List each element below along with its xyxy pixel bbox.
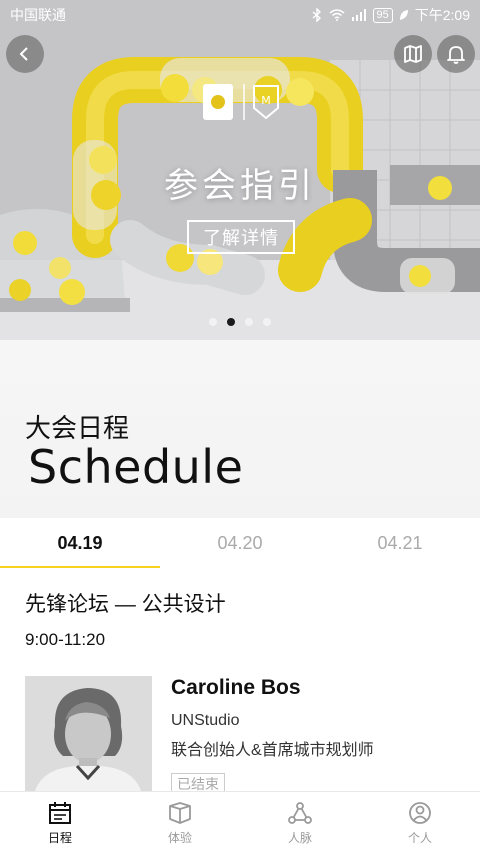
map-icon <box>404 45 422 63</box>
leaf-icon <box>399 10 408 20</box>
carousel-dots <box>0 318 480 326</box>
date-tabs: 04.19 04.20 04.21 <box>0 518 480 568</box>
session-title: 先锋论坛 — 公共设计 <box>25 593 226 616</box>
map-button[interactable] <box>394 35 432 73</box>
date-tab-0420[interactable]: 04.20 <box>160 518 320 568</box>
bottom-nav: 日程 体验 人脉 个人 <box>0 791 480 853</box>
user-icon <box>409 801 431 824</box>
speaker-photo <box>25 676 152 791</box>
speaker-card[interactable]: Caroline Bos UNStudio 联合创始人&首席城市规划师 已结束 <box>25 676 465 795</box>
learn-more-button[interactable]: 了解详情 <box>187 220 295 254</box>
signal-icon <box>351 9 366 21</box>
nav-label: 人脉 <box>287 830 312 845</box>
carousel-dot[interactable] <box>263 318 271 326</box>
schedule-title-en: Schedule <box>28 440 244 494</box>
carousel-dot[interactable] <box>245 318 253 326</box>
speaker-portrait <box>25 676 152 791</box>
hero-title: 参会指引 <box>164 167 316 205</box>
date-tab-0419[interactable]: 04.19 <box>0 518 160 568</box>
notification-button[interactable] <box>437 35 475 73</box>
session-time: 9:00-11:20 <box>25 630 106 649</box>
bell-icon <box>447 46 465 64</box>
carousel-dot-active[interactable] <box>227 318 235 326</box>
nav-item-network[interactable]: 人脉 <box>240 792 360 853</box>
nav-item-profile[interactable]: 个人 <box>360 792 480 853</box>
carousel-dot[interactable] <box>209 318 217 326</box>
nav-label: 个人 <box>407 830 432 845</box>
hero-banner[interactable]: M 参会指引 了解详情 <box>0 0 480 340</box>
status-bar: 中国联通 95 下午2:09 <box>0 0 480 30</box>
back-button[interactable] <box>6 35 44 73</box>
date-tab-0421[interactable]: 04.21 <box>320 518 480 568</box>
calendar-icon <box>49 801 71 824</box>
bluetooth-icon <box>312 8 321 22</box>
nav-item-schedule[interactable]: 日程 <box>0 792 120 853</box>
speaker-organization: UNStudio <box>171 712 240 729</box>
speaker-name: Caroline Bos <box>171 676 301 699</box>
schedule-header: 大会日程 Schedule <box>0 340 480 518</box>
nav-item-experience[interactable]: 体验 <box>120 792 240 853</box>
network-icon <box>288 801 312 824</box>
hero-logo-letter: M <box>261 94 271 107</box>
nav-label: 体验 <box>167 830 192 845</box>
nav-label: 日程 <box>47 830 72 845</box>
wifi-icon <box>329 9 344 21</box>
chevron-left-icon <box>19 47 28 61</box>
speaker-role: 联合创始人&首席城市规划师 <box>171 742 374 759</box>
clock: 下午2:09 <box>414 7 470 23</box>
box-icon <box>169 801 191 824</box>
carrier-name: 中国联通 <box>10 7 66 23</box>
battery-level: 95 <box>372 7 393 23</box>
